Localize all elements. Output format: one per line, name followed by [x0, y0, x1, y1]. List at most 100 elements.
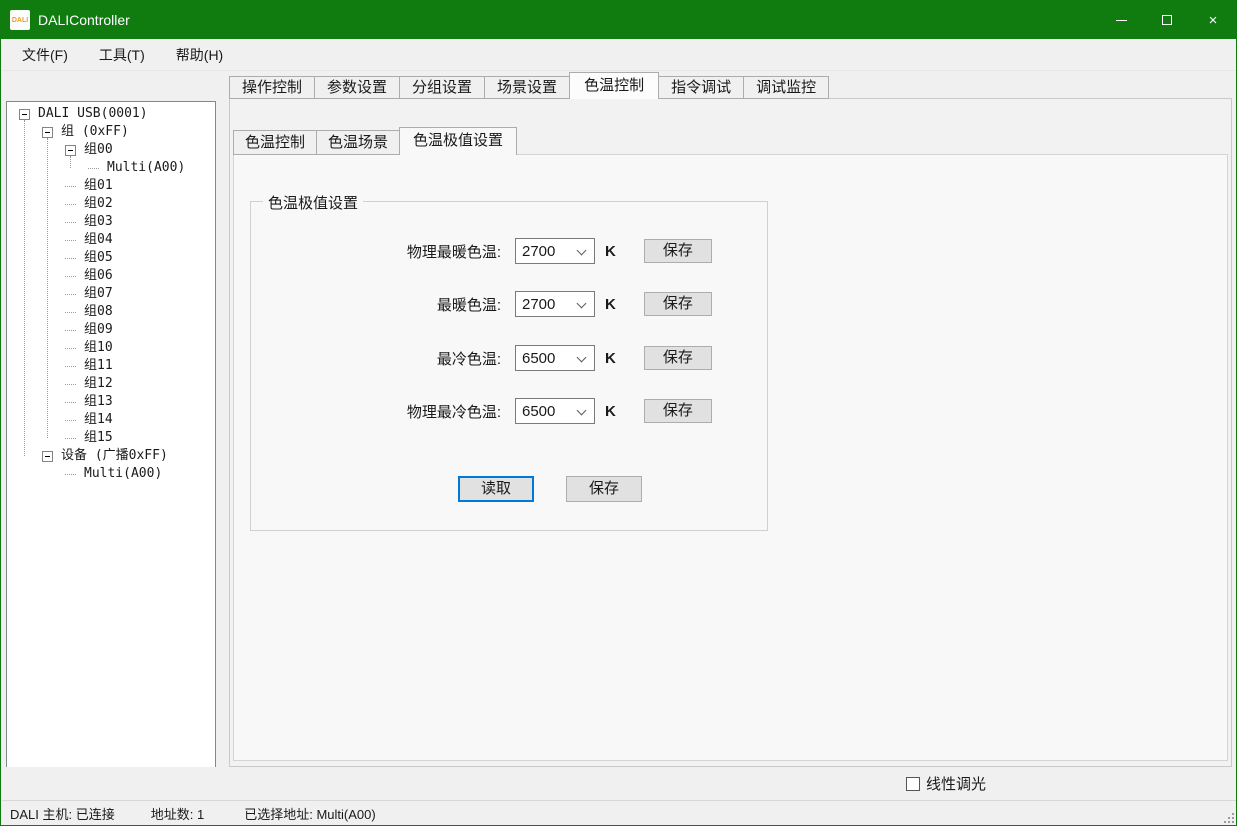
tab-2[interactable]: 参数设置	[315, 76, 400, 99]
title-bar: DALI DALIController ×	[1, 1, 1236, 39]
collapse-icon[interactable]	[42, 451, 53, 462]
tree-item-label: 组04	[84, 231, 113, 249]
tree-connector	[65, 258, 76, 259]
collapse-icon[interactable]	[42, 127, 53, 138]
collapse-icon[interactable]	[65, 145, 76, 156]
tree-item[interactable]: 组06	[7, 267, 215, 285]
minimize-icon	[1116, 20, 1127, 21]
tree-connector	[88, 168, 99, 169]
window-controls: ×	[1098, 1, 1236, 39]
footer-bar: 线性调光	[2, 767, 1237, 800]
chevron-down-icon[interactable]	[577, 353, 587, 363]
linear-dimming-checkbox[interactable]: 线性调光	[906, 773, 986, 794]
tree-connector	[65, 348, 76, 349]
chevron-down-icon[interactable]	[577, 246, 587, 256]
tree-item[interactable]: 组05	[7, 249, 215, 267]
menu-bar: 文件(F) 工具(T) 帮助(H)	[2, 39, 1237, 71]
collapse-icon[interactable]	[19, 109, 30, 120]
device-tree[interactable]: DALI USB(0001)组 (0xFF)组00Multi(A00)组01组0…	[6, 101, 216, 771]
tree-connector	[65, 420, 76, 421]
tree-item-label: 组00	[84, 141, 113, 159]
chevron-down-icon[interactable]	[577, 299, 587, 309]
menu-item-1[interactable]: 文件(F)	[11, 40, 79, 70]
maximize-button[interactable]	[1144, 1, 1190, 39]
close-button[interactable]: ×	[1190, 1, 1236, 39]
tree-item[interactable]: 组00	[7, 141, 215, 159]
tree-item-label: 组 (0xFF)	[61, 123, 129, 141]
minimize-button[interactable]	[1098, 1, 1144, 39]
unit-label: K	[605, 403, 616, 420]
row-save-button[interactable]: 保存	[644, 239, 712, 263]
tab-4[interactable]: 场景设置	[485, 76, 570, 99]
unit-label: K	[605, 243, 616, 260]
tree-item-label: 组03	[84, 213, 113, 231]
tree-connector	[65, 438, 76, 439]
field-label: 最暖色温:	[251, 294, 501, 315]
app-window: DALI DALIController × 文件(F) 工具(T) 帮助(H) DA…	[0, 0, 1237, 826]
tree-item[interactable]: 组01	[7, 177, 215, 195]
menu-item-2[interactable]: 工具(T)	[88, 40, 156, 70]
cct-combobox[interactable]: 2700	[515, 238, 595, 264]
tree-item-label: 组09	[84, 321, 113, 339]
status-selected-address: 已选择地址: Multi(A00)	[244, 804, 375, 823]
menu-item-3[interactable]: 帮助(H)	[165, 40, 234, 70]
row-save-button[interactable]: 保存	[644, 292, 712, 316]
tree-item[interactable]: 组08	[7, 303, 215, 321]
groupbox-title: 色温极值设置	[263, 192, 363, 213]
row-save-button[interactable]: 保存	[644, 399, 712, 423]
read-button[interactable]: 读取	[458, 476, 534, 502]
row-save-button[interactable]: 保存	[644, 346, 712, 370]
app-icon: DALI	[10, 10, 30, 30]
tree-item[interactable]: DALI USB(0001)	[7, 105, 215, 123]
tree-item-label: 组12	[84, 375, 113, 393]
tree-item-label: 组13	[84, 393, 113, 411]
tab-5[interactable]: 色温控制	[569, 72, 659, 99]
checkbox-icon[interactable]	[906, 777, 920, 791]
tree-item-label: 组15	[84, 429, 113, 447]
tree-connector	[65, 240, 76, 241]
tree-item-label: 组10	[84, 339, 113, 357]
tree-item-label: Multi(A00)	[107, 159, 185, 177]
tree-item[interactable]: Multi(A00)	[7, 465, 215, 483]
tree-item[interactable]: 组14	[7, 411, 215, 429]
tree-item[interactable]: 组10	[7, 339, 215, 357]
tab-7[interactable]: 调试监控	[744, 76, 829, 99]
field-label: 最冷色温:	[251, 348, 501, 369]
tree-item[interactable]: 组15	[7, 429, 215, 447]
subtab-3[interactable]: 色温极值设置	[399, 127, 517, 155]
tree-item[interactable]: 组11	[7, 357, 215, 375]
combobox-value: 2700	[516, 243, 555, 260]
unit-label: K	[605, 296, 616, 313]
tree-item-label: 组08	[84, 303, 113, 321]
cct-combobox[interactable]: 2700	[515, 291, 595, 317]
tree-item-label: 组14	[84, 411, 113, 429]
combobox-value: 2700	[516, 296, 555, 313]
subtab-2[interactable]: 色温场景	[317, 130, 400, 155]
subtab-1[interactable]: 色温控制	[233, 130, 317, 155]
field-label: 物理最冷色温:	[251, 401, 501, 422]
form-row: 最冷色温:6500K保存	[251, 345, 767, 371]
tree-item[interactable]: 组02	[7, 195, 215, 213]
combobox-value: 6500	[516, 403, 555, 420]
save-all-button[interactable]: 保存	[566, 476, 642, 502]
tree-item[interactable]: 组 (0xFF)	[7, 123, 215, 141]
tree-item[interactable]: 组07	[7, 285, 215, 303]
tree-connector	[65, 204, 76, 205]
tree-item[interactable]: 组03	[7, 213, 215, 231]
tab-1[interactable]: 操作控制	[229, 76, 315, 99]
tree-item[interactable]: 组13	[7, 393, 215, 411]
cct-combobox[interactable]: 6500	[515, 345, 595, 371]
tree-item[interactable]: 组12	[7, 375, 215, 393]
resize-grip[interactable]	[1222, 811, 1234, 823]
tree-item-label: 组11	[84, 357, 113, 375]
tree-connector	[65, 402, 76, 403]
tab-6[interactable]: 指令调试	[659, 76, 744, 99]
cct-combobox[interactable]: 6500	[515, 398, 595, 424]
tree-item[interactable]: 组09	[7, 321, 215, 339]
tree-item-label: 设备 (广播0xFF)	[61, 447, 168, 465]
tree-item[interactable]: 组04	[7, 231, 215, 249]
tree-item[interactable]: 设备 (广播0xFF)	[7, 447, 215, 465]
tree-item[interactable]: Multi(A00)	[7, 159, 215, 177]
tab-3[interactable]: 分组设置	[400, 76, 485, 99]
chevron-down-icon[interactable]	[577, 406, 587, 416]
